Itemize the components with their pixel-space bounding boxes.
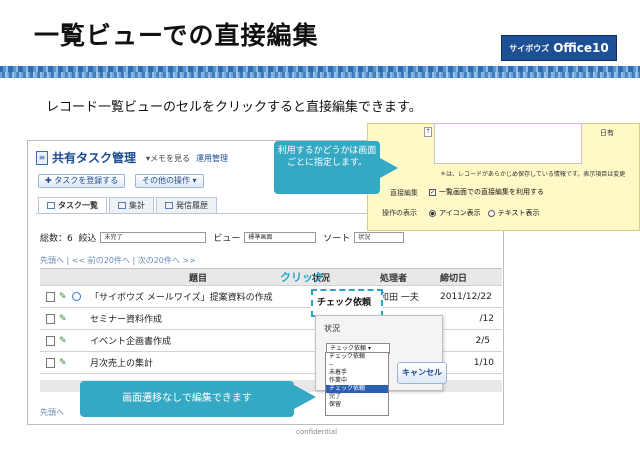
callout-no-transition: 画面遷移なしで編集できます xyxy=(80,381,294,417)
tab-history[interactable]: 発信履歴 xyxy=(156,197,217,213)
direct-edit-option-label: 一覧画面での直接編集を利用する xyxy=(439,188,544,196)
cell-title[interactable]: 月次売上の集計 xyxy=(86,356,306,369)
editing-status-cell[interactable]: チェック依頼 xyxy=(311,289,383,317)
table-row: ✎ 「サイボウズ メールワイズ」提案資料の作成 和田 一夫 2011/12/22 xyxy=(40,286,502,308)
tab-summary[interactable]: 集計 xyxy=(109,197,154,213)
sort-select[interactable]: 状況 xyxy=(354,232,405,243)
add-task-button[interactable]: ✚ タスクを登録する xyxy=(38,174,126,188)
filter-bar: 総数：6 絞込 未完了 ビュー 標準画面 ソート 状況 xyxy=(40,231,408,244)
option-item[interactable]: チェック依頼 xyxy=(326,353,388,361)
column-title[interactable]: 題目 xyxy=(86,271,306,284)
slide-title: 一覧ビューでの直接編集 xyxy=(34,21,319,50)
cell-due[interactable]: /12 xyxy=(434,314,500,324)
tab-summary-label: 集計 xyxy=(129,201,145,210)
option-item[interactable]: 作業中 xyxy=(326,377,388,385)
total-count: 総数：6 xyxy=(40,234,73,244)
scroll-icon[interactable]: ⇡ xyxy=(424,127,432,137)
tab-bar: タスク一覧 集計 発信履歴 xyxy=(38,197,219,213)
settings-note: ＊は、レコードがあらかじめ保存している情報です。表示項目は変更 xyxy=(440,171,626,178)
callout-top-tail xyxy=(380,158,398,178)
sort-label: ソート xyxy=(323,234,351,244)
callout-per-screen: 利用するかどうかは画面ごとに指定します。 xyxy=(274,141,380,194)
cell-title[interactable]: セミナー資料作成 xyxy=(86,312,306,325)
display-label: 操作の表示 xyxy=(382,209,417,217)
narrow-label: 絞込 xyxy=(78,234,97,244)
radio-icon-label: アイコン表示 xyxy=(439,209,481,217)
settings-textbox xyxy=(434,124,582,164)
direct-edit-label: 直接編集 xyxy=(390,189,418,197)
tab-task-list[interactable]: タスク一覧 xyxy=(38,197,107,213)
radio-text-label: テキスト表示 xyxy=(497,209,540,217)
option-item[interactable]: 保留 xyxy=(326,401,388,409)
settings-inset: ⇡ 日有 ＊は、レコードがあらかじめ保存している情報です。表示項目は変更 直接編… xyxy=(367,123,640,231)
option-item[interactable]: 完了 xyxy=(326,393,388,401)
pager-bottom[interactable]: 先頭へ xyxy=(40,407,64,418)
checkbox-checked-icon[interactable]: ✓ xyxy=(429,188,436,196)
narrow-select[interactable]: 未完了 xyxy=(100,232,207,243)
cell-due[interactable]: 2011/12/22 xyxy=(434,292,500,302)
column-due[interactable]: 締切日 xyxy=(434,271,500,284)
detail-icon[interactable] xyxy=(46,357,55,368)
edit-icon[interactable]: ✎ xyxy=(59,336,68,346)
detail-icon[interactable] xyxy=(46,335,55,346)
status-select-value: チェック依頼 xyxy=(330,345,367,352)
radio-text-display[interactable] xyxy=(487,209,495,217)
callout-bottom-tail xyxy=(294,385,316,409)
status-options-list: チェック依頼 -- 未着手 作業中 チェック依頼 完了 保留 xyxy=(325,352,389,416)
other-operations-button[interactable]: その他の操作 ▾ xyxy=(135,174,204,188)
brand-logo: サイボウズ Office10 xyxy=(501,35,617,61)
cell-due[interactable]: 2/5 xyxy=(434,336,500,346)
pager[interactable]: 先頭へ | << 前の20件へ | 次の20件へ >> xyxy=(40,255,196,266)
app-icon: ≡ xyxy=(36,150,48,165)
edit-icon[interactable]: ✎ xyxy=(59,314,68,324)
memo-link[interactable]: ▾メモを見る xyxy=(146,153,190,164)
cancel-button[interactable]: キャンセル xyxy=(397,362,447,384)
app-title: ≡ 共有タスク管理 xyxy=(36,149,136,166)
display-radio-group: アイコン表示 テキスト表示 xyxy=(429,208,539,218)
confidential-label: confidential xyxy=(296,428,338,436)
tab-history-label: 発信履歴 xyxy=(176,201,208,210)
decorative-stripe-2 xyxy=(0,72,640,78)
tab-task-list-label: タスク一覧 xyxy=(58,201,98,210)
truncated-text: 日有 xyxy=(600,129,614,137)
summary-icon xyxy=(118,202,126,209)
app-name: 共有タスク管理 xyxy=(52,151,137,165)
popup-title: 状況 xyxy=(324,324,340,333)
view-label: ビュー xyxy=(213,234,241,244)
detail-icon[interactable] xyxy=(46,291,55,302)
add-task-label: タスクを登録する xyxy=(54,176,119,185)
table-header: 題目 状況 処理者 締切日 xyxy=(40,268,502,286)
option-item-selected[interactable]: チェック依頼 xyxy=(326,385,388,393)
brand-small: サイボウズ xyxy=(509,43,550,53)
edit-icon[interactable]: ✎ xyxy=(59,292,68,302)
list-icon xyxy=(47,202,55,209)
edit-icon[interactable]: ✎ xyxy=(59,358,68,368)
chevron-down-icon: ▾ xyxy=(367,345,371,352)
cell-title[interactable]: イベント企画書作成 xyxy=(86,334,306,347)
option-item[interactable]: 未着手 xyxy=(326,369,388,377)
admin-link[interactable]: 運用管理 xyxy=(196,153,228,164)
option-item[interactable]: -- xyxy=(326,361,388,369)
view-select[interactable]: 標準画面 xyxy=(244,232,317,243)
cell-owner[interactable]: 和田 一夫 xyxy=(374,290,434,303)
radio-icon-display[interactable] xyxy=(429,209,436,217)
cell-title[interactable]: 「サイボウズ メールワイズ」提案資料の作成 xyxy=(86,290,306,303)
comment-icon[interactable] xyxy=(72,291,81,301)
lead-text: レコード一覧ビューのセルをクリックすると直接編集できます。 xyxy=(46,100,422,115)
history-icon xyxy=(165,202,173,209)
click-annotation: クリック xyxy=(280,271,324,284)
detail-icon[interactable] xyxy=(46,313,55,324)
brand-main: Office10 xyxy=(553,41,609,55)
direct-edit-checkbox[interactable]: ✓ 一覧画面での直接編集を利用する xyxy=(429,187,544,197)
column-owner[interactable]: 処理者 xyxy=(374,271,434,284)
